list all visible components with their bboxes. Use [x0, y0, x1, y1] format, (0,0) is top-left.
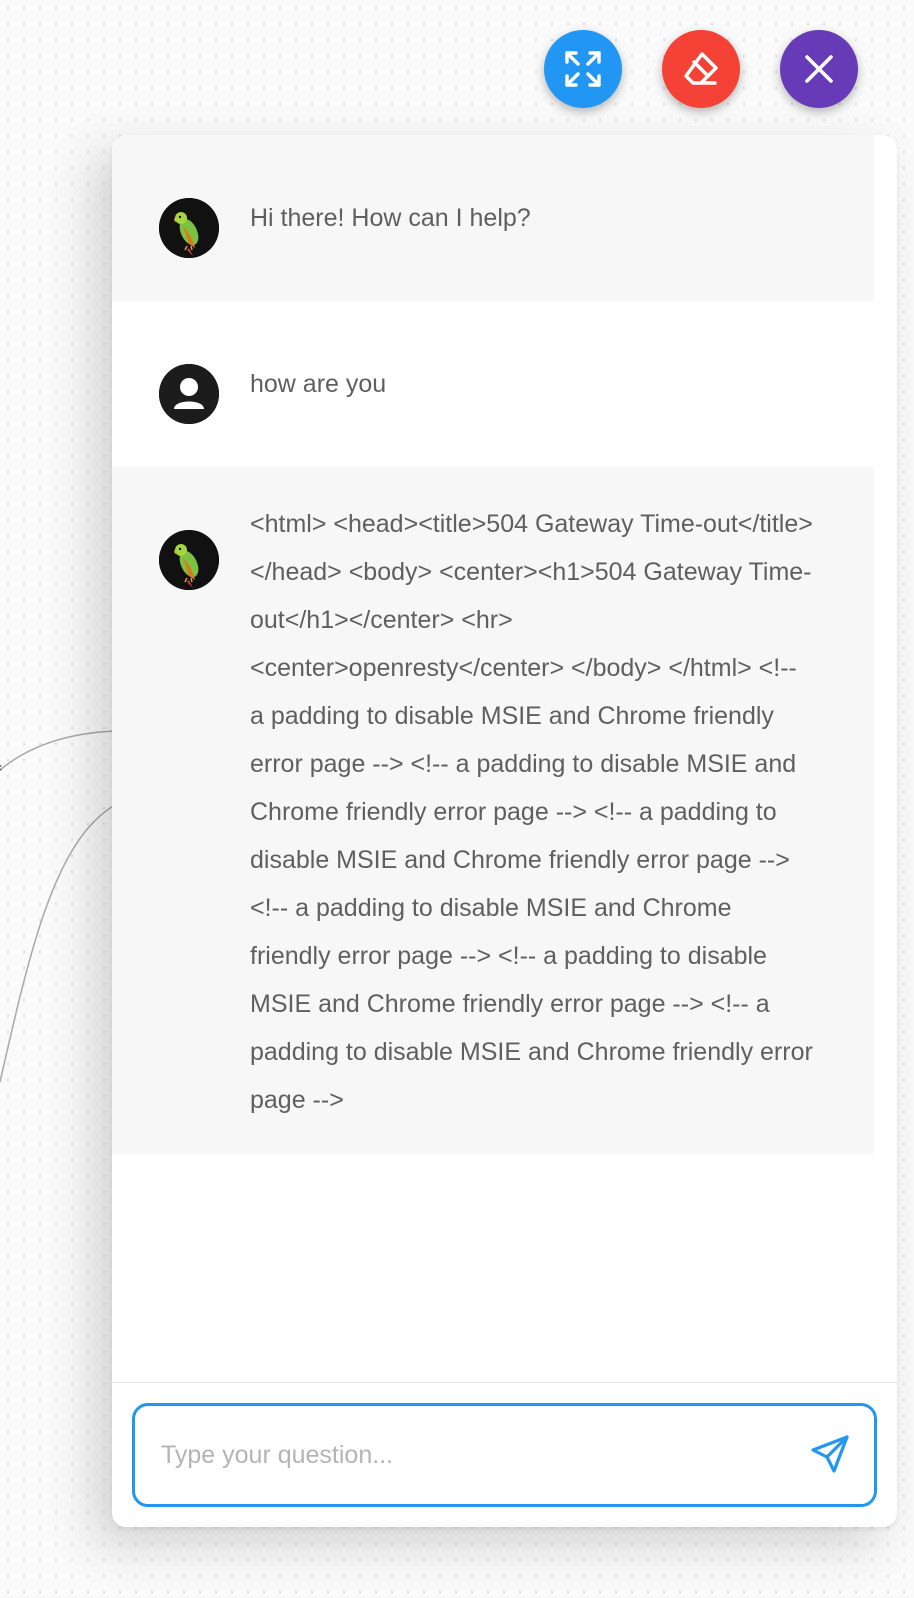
edge-handle-icon: ‹: [0, 760, 3, 776]
question-input[interactable]: [161, 1424, 781, 1486]
eraser-icon: [681, 49, 721, 89]
send-button[interactable]: [806, 1432, 854, 1480]
bot-message: <html> <head><title>504 Gateway Time-out…: [112, 467, 874, 1154]
message-text: <html> <head><title>504 Gateway Time-out…: [250, 510, 813, 1114]
bot-message: Hi there! How can I help?: [112, 135, 874, 301]
parrot-avatar-icon: [159, 530, 219, 590]
expand-button[interactable]: [544, 30, 622, 108]
message-text: how are you: [250, 370, 387, 398]
input-divider: [112, 1382, 897, 1383]
user-avatar-icon: [159, 364, 219, 424]
expand-arrows-icon: [563, 49, 603, 89]
question-input-box: [132, 1403, 877, 1507]
close-icon: [802, 52, 836, 86]
parrot-avatar-icon: [159, 198, 219, 258]
clear-chat-button[interactable]: [662, 30, 740, 108]
message-text: Hi there! How can I help?: [250, 204, 531, 232]
close-chat-button[interactable]: [780, 30, 858, 108]
chat-panel: Hi there! How can I help? how are you <h…: [112, 135, 897, 1527]
send-icon: [809, 1433, 851, 1480]
user-message: how are you: [112, 301, 874, 467]
message-list: Hi there! How can I help? how are you <h…: [112, 135, 874, 1382]
